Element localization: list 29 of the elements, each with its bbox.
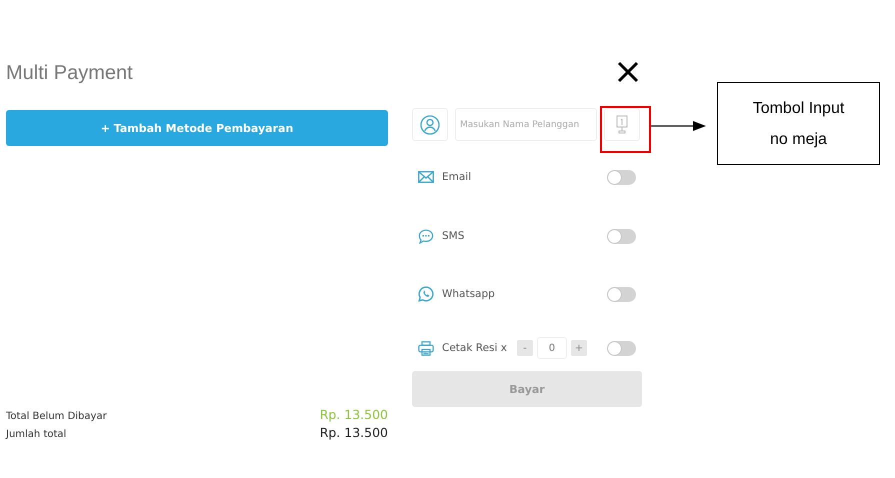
envelope-icon (418, 171, 434, 183)
close-icon[interactable] (616, 60, 640, 84)
toggle-switch[interactable] (607, 340, 636, 356)
channel-label: Email (442, 171, 472, 183)
page-title: Multi Payment (6, 61, 134, 86)
table-sign-icon (616, 114, 628, 134)
add-payment-method-button[interactable]: + Tambah Metode Pembayaran (6, 110, 388, 146)
customer-name-field[interactable]: Masukan Nama Pelanggan (455, 108, 597, 141)
total-label: Jumlah total (6, 429, 66, 440)
toggle-switch[interactable] (607, 286, 636, 302)
phone-bubble-icon (418, 286, 434, 302)
arrow (651, 121, 706, 131)
printer-icon (418, 340, 434, 356)
total-label: Total Belum Dibayar (6, 411, 107, 422)
table-number-button[interactable] (604, 108, 640, 141)
person-icon (420, 114, 440, 134)
channel-label: Whatsapp (442, 288, 495, 300)
total-amount: Rp. 13.500 (320, 425, 388, 440)
toggle-switch[interactable] (607, 170, 636, 184)
toggle-switch[interactable] (607, 228, 636, 244)
chat-bubble-icon (418, 228, 434, 244)
copies-field[interactable]: 0 (536, 337, 567, 359)
total-amount: Rp. 13.500 (320, 407, 388, 422)
increment-button[interactable]: + (570, 340, 587, 356)
decrement-button[interactable]: - (516, 340, 533, 356)
channel-label: Cetak Resi x (442, 342, 507, 354)
annotation-text: Tombol Input no meja (752, 98, 846, 150)
channel-label: SMS (442, 230, 464, 242)
highlight-frame (600, 106, 651, 153)
